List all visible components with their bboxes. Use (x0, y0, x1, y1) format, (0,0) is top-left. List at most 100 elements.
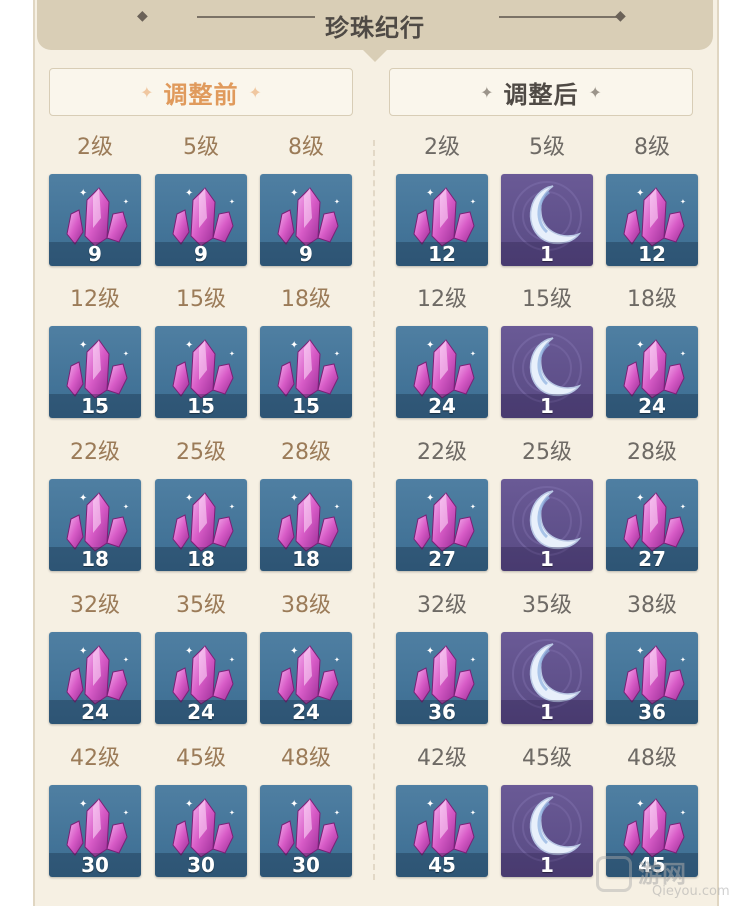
svg-text:✦: ✦ (229, 503, 235, 511)
crystal-reward-tile[interactable]: ✦ ✦ 9 (49, 174, 141, 266)
watermark-logo-icon (596, 856, 632, 892)
level-label: 35级 (176, 593, 226, 618)
svg-text:✦: ✦ (680, 350, 686, 358)
crystal-reward-tile[interactable]: ✦ ✦ 24 (396, 326, 488, 418)
svg-text:✦: ✦ (470, 809, 476, 817)
svg-text:✦: ✦ (334, 503, 340, 511)
level-label: 8级 (634, 135, 670, 160)
svg-text:✦: ✦ (470, 656, 476, 664)
crystal-reward-tile[interactable]: ✦ ✦ 27 (606, 479, 698, 571)
crystal-reward-tile[interactable]: ✦ ✦ 24 (606, 326, 698, 418)
crystal-reward-tile[interactable]: ✦ ✦ 15 (260, 326, 352, 418)
after-reward-cell: 45级 1 (501, 746, 593, 882)
before-reward-cell: 22级 ✦ ✦ 18 (49, 440, 141, 576)
before-reward-cell: 35级 ✦ ✦ 24 (155, 593, 247, 729)
svg-text:✦: ✦ (290, 340, 298, 351)
level-label: 45级 (522, 746, 572, 771)
moon-reward-tile[interactable]: 1 (501, 174, 593, 266)
crystal-reward-tile[interactable]: ✦ ✦ 15 (155, 326, 247, 418)
after-reward-cell: 42级 ✦ ✦ 45 (396, 746, 488, 882)
level-label: 48级 (627, 746, 677, 771)
sparkle-icon: ✦ (248, 82, 262, 102)
svg-text:✦: ✦ (290, 188, 298, 199)
svg-text:✦: ✦ (470, 503, 476, 511)
before-reward-cell: 15级 ✦ ✦ 15 (155, 287, 247, 423)
moon-reward-tile[interactable]: 1 (501, 632, 593, 724)
svg-text:✦: ✦ (426, 493, 434, 504)
svg-text:✦: ✦ (290, 646, 298, 657)
svg-text:✦: ✦ (470, 198, 476, 206)
moon-reward-tile[interactable]: 1 (501, 326, 593, 418)
svg-text:✦: ✦ (123, 656, 129, 664)
reward-count: 27 (396, 547, 488, 571)
after-reward-cell: 15级 1 (501, 287, 593, 423)
after-reward-cell: 25级 1 (501, 440, 593, 576)
before-reward-cell: 28级 ✦ ✦ 18 (260, 440, 352, 576)
reward-count: 1 (501, 700, 593, 724)
crystal-reward-tile[interactable]: ✦ ✦ 27 (396, 479, 488, 571)
svg-text:✦: ✦ (185, 493, 193, 504)
level-label: 5级 (529, 135, 565, 160)
crystal-reward-tile[interactable]: ✦ ✦ 36 (606, 632, 698, 724)
svg-text:✦: ✦ (680, 656, 686, 664)
crystal-reward-tile[interactable]: ✦ ✦ 18 (49, 479, 141, 571)
reward-count: 9 (49, 242, 141, 266)
crystal-reward-tile[interactable]: ✦ ✦ 18 (155, 479, 247, 571)
svg-text:✦: ✦ (636, 188, 644, 199)
level-label: 18级 (627, 287, 677, 312)
crystal-reward-tile[interactable]: ✦ ✦ 12 (396, 174, 488, 266)
level-label: 2级 (424, 135, 460, 160)
svg-text:✦: ✦ (636, 340, 644, 351)
svg-text:✦: ✦ (334, 809, 340, 817)
ornament-right-icon: ◆ (615, 8, 626, 24)
svg-text:✦: ✦ (123, 350, 129, 358)
svg-text:✦: ✦ (680, 809, 686, 817)
svg-text:✦: ✦ (79, 646, 87, 657)
crystal-reward-tile[interactable]: ✦ ✦ 9 (260, 174, 352, 266)
reward-count: 18 (155, 547, 247, 571)
crystal-reward-tile[interactable]: ✦ ✦ 24 (49, 632, 141, 724)
watermark: 游网 Qieyou.com (596, 852, 746, 902)
svg-text:✦: ✦ (123, 503, 129, 511)
sparkle-icon: ✦ (480, 82, 494, 102)
before-reward-cell: 12级 ✦ ✦ 15 (49, 287, 141, 423)
after-reward-cell: 22级 ✦ ✦ 27 (396, 440, 488, 576)
column-divider (373, 140, 375, 880)
svg-text:✦: ✦ (229, 198, 235, 206)
crystal-reward-tile[interactable]: ✦ ✦ 18 (260, 479, 352, 571)
banner-line-left (197, 16, 315, 18)
svg-text:✦: ✦ (79, 188, 87, 199)
level-label: 28级 (281, 440, 331, 465)
svg-text:✦: ✦ (334, 198, 340, 206)
crystal-reward-tile[interactable]: ✦ ✦ 45 (396, 785, 488, 877)
crystal-reward-tile[interactable]: ✦ ✦ 30 (49, 785, 141, 877)
before-reward-cell: 18级 ✦ ✦ 15 (260, 287, 352, 423)
level-label: 42级 (70, 746, 120, 771)
watermark-subtext: Qieyou.com (652, 884, 730, 899)
before-reward-cell: 2级 ✦ ✦ 9 (49, 135, 141, 271)
level-label: 12级 (417, 287, 467, 312)
level-label: 22级 (70, 440, 120, 465)
crystal-reward-tile[interactable]: ✦ ✦ 24 (155, 632, 247, 724)
reward-count: 30 (260, 853, 352, 877)
after-reward-cell: 38级 ✦ ✦ 36 (606, 593, 698, 729)
level-label: 8级 (288, 135, 324, 160)
level-label: 22级 (417, 440, 467, 465)
svg-text:✦: ✦ (426, 646, 434, 657)
after-reward-cell: 32级 ✦ ✦ 36 (396, 593, 488, 729)
crystal-reward-tile[interactable]: ✦ ✦ 9 (155, 174, 247, 266)
banner-line-right (499, 16, 617, 18)
moon-reward-tile[interactable]: 1 (501, 479, 593, 571)
reward-count: 24 (396, 394, 488, 418)
svg-text:✦: ✦ (290, 799, 298, 810)
crystal-reward-tile[interactable]: ✦ ✦ 15 (49, 326, 141, 418)
crystal-reward-tile[interactable]: ✦ ✦ 30 (155, 785, 247, 877)
reward-count: 24 (49, 700, 141, 724)
crystal-reward-tile[interactable]: ✦ ✦ 24 (260, 632, 352, 724)
crystal-reward-tile[interactable]: ✦ ✦ 30 (260, 785, 352, 877)
moon-reward-tile[interactable]: 1 (501, 785, 593, 877)
crystal-reward-tile[interactable]: ✦ ✦ 12 (606, 174, 698, 266)
crystal-reward-tile[interactable]: ✦ ✦ 36 (396, 632, 488, 724)
svg-text:✦: ✦ (334, 350, 340, 358)
reward-count: 27 (606, 547, 698, 571)
